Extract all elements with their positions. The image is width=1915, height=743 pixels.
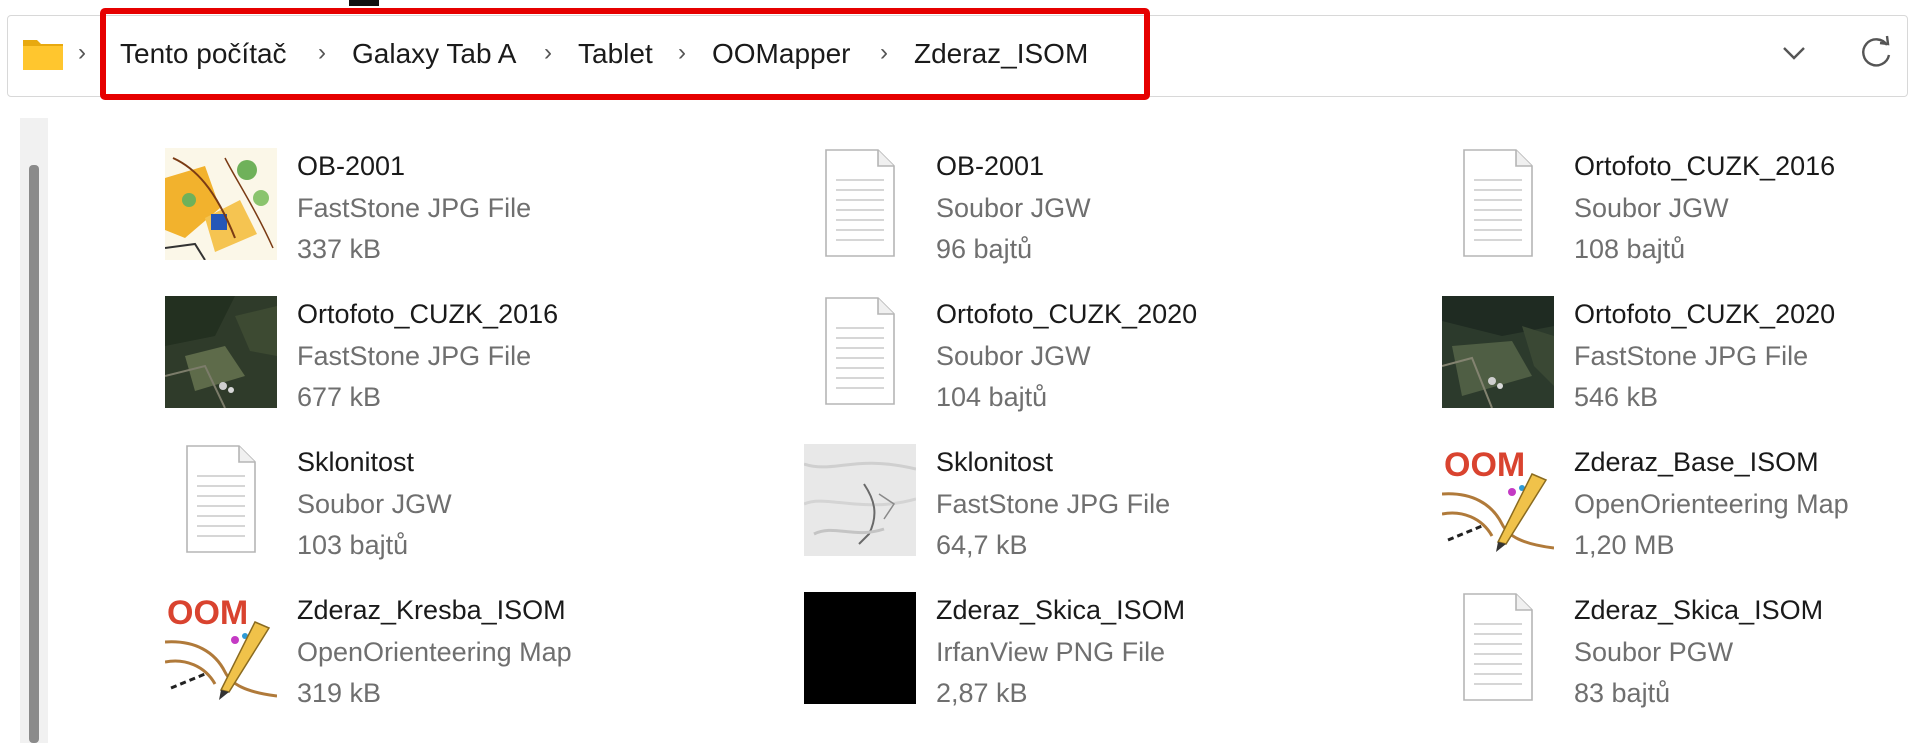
file-item[interactable]: OB-2001 FastStone JPG File 337 kB [165,148,765,288]
file-name: Zderaz_Kresba_ISOM [297,595,566,625]
file-size: 1,20 MB [1574,530,1675,560]
file-size: 2,87 kB [936,678,1028,708]
top-edge-mark [349,0,379,6]
document-icon [1463,593,1533,701]
svg-text:OOM: OOM [167,594,248,632]
file-name: Ortofoto_CUZK_2020 [1574,299,1836,329]
map-thumbnail-icon [165,148,277,260]
file-name: Ortofoto_CUZK_2016 [1574,151,1836,181]
file-type: OpenOrienteering Map [297,637,572,667]
file-type: Soubor JGW [936,341,1091,371]
file-item[interactable]: Zderaz_Skica_ISOM Soubor PGW 83 bajtů [1442,592,1915,732]
file-item[interactable]: Ortofoto_CUZK_2020 Soubor JGW 104 bajtů [804,296,1404,436]
document-icon [825,149,895,257]
file-size: 83 bajtů [1574,678,1671,708]
file-item[interactable]: Ortofoto_CUZK_2016 FastStone JPG File 67… [165,296,765,436]
svg-text:OOM: OOM [1444,446,1525,484]
file-size: 677 kB [297,382,382,412]
file-name: Sklonitost [297,447,415,477]
file-size: 103 bajtů [297,530,409,560]
file-item[interactable]: OOM Zderaz_Kresba_ISOM OpenOrienteering … [165,592,765,732]
file-type: Soubor JGW [936,193,1091,223]
file-name: Sklonitost [936,447,1054,477]
file-size: 108 bajtů [1574,234,1686,264]
document-icon [1463,149,1533,257]
file-type: IrfanView PNG File [936,637,1166,667]
document-icon [825,297,895,405]
file-size: 64,7 kB [936,530,1028,560]
file-name: Ortofoto_CUZK_2020 [936,299,1198,329]
file-item[interactable]: Ortofoto_CUZK_2016 Soubor JGW 108 bajtů [1442,148,1915,288]
file-size: 96 bajtů [936,234,1033,264]
file-item[interactable]: Sklonitost FastStone JPG File 64,7 kB [804,444,1404,584]
file-name: Zderaz_Skica_ISOM [1574,595,1824,625]
file-type: OpenOrienteering Map [1574,489,1849,519]
file-name: OB-2001 [297,151,406,181]
file-type: FastStone JPG File [297,341,532,371]
breadcrumb-separator[interactable]: › [78,38,86,68]
file-name: Zderaz_Base_ISOM [1574,447,1819,477]
black-image-thumbnail-icon [804,592,916,704]
file-type: Soubor JGW [297,489,452,519]
folder-icon [23,40,63,70]
file-size: 319 kB [297,678,382,708]
file-size: 546 kB [1574,382,1659,412]
breadcrumb-highlight-box [100,8,1150,100]
file-name: OB-2001 [936,151,1045,181]
chevron-down-icon[interactable] [1776,38,1812,68]
file-type: Soubor JGW [1574,193,1729,223]
file-type: FastStone JPG File [297,193,532,223]
oom-icon: OOM [165,592,277,704]
file-item[interactable]: OOM Zderaz_Base_ISOM OpenOrienteering Ma… [1442,444,1915,584]
scrollbar-thumb[interactable] [29,165,39,743]
file-name: Ortofoto_CUZK_2016 [297,299,559,329]
file-type: Soubor PGW [1574,637,1734,667]
file-size: 337 kB [297,234,382,264]
file-item[interactable]: Sklonitost Soubor JGW 103 bajtů [165,444,765,584]
file-type: FastStone JPG File [1574,341,1809,371]
relief-thumbnail-icon [804,444,916,556]
document-icon [186,445,256,553]
file-type: FastStone JPG File [936,489,1171,519]
file-item[interactable]: Ortofoto_CUZK_2020 FastStone JPG File 54… [1442,296,1915,436]
file-item[interactable]: Zderaz_Skica_ISOM IrfanView PNG File 2,8… [804,592,1404,732]
aerial-photo-thumbnail-icon [165,296,277,408]
file-item[interactable]: OB-2001 Soubor JGW 96 bajtů [804,148,1404,288]
refresh-icon[interactable] [1856,33,1896,73]
oom-icon: OOM [1442,444,1554,556]
file-name: Zderaz_Skica_ISOM [936,595,1186,625]
aerial-photo-thumbnail-icon [1442,296,1554,408]
file-size: 104 bajtů [936,382,1048,412]
